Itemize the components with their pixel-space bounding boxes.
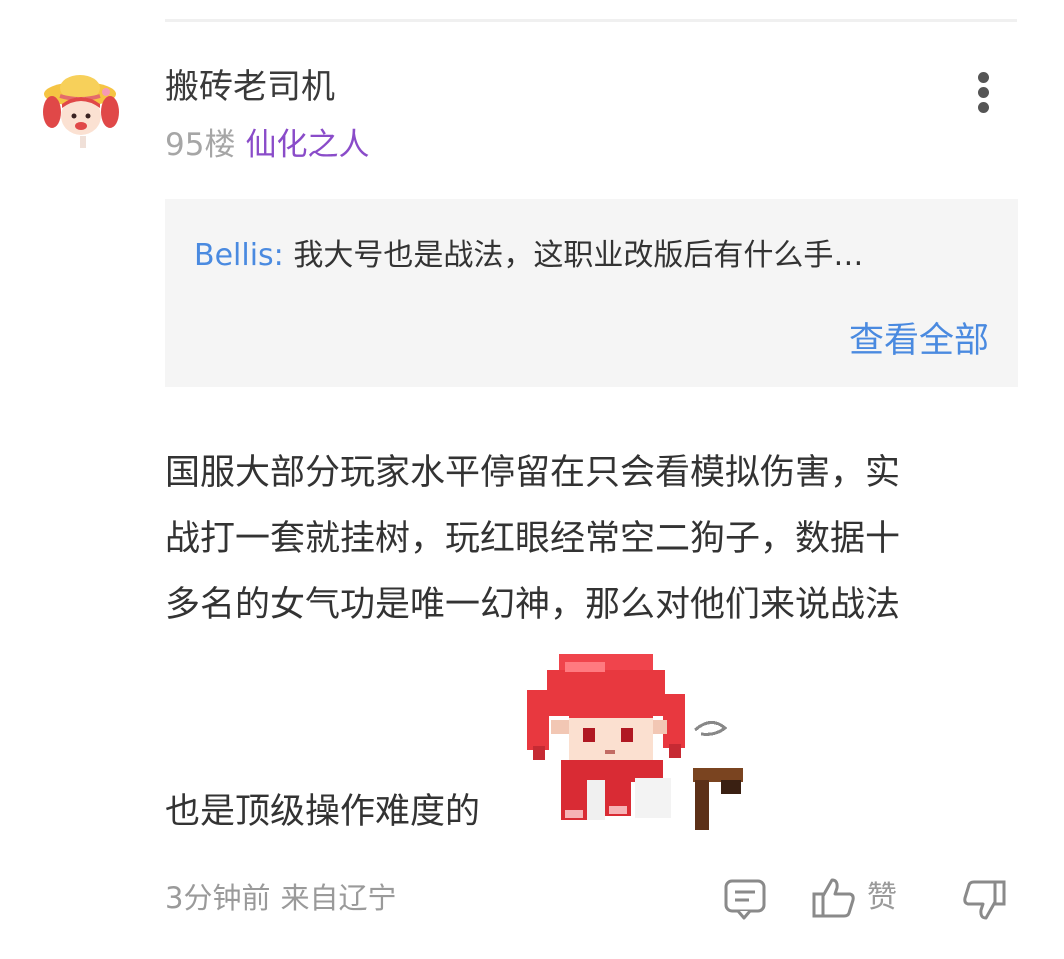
meta-row: 95楼 仙化之人	[165, 124, 369, 166]
reply-icon[interactable]	[722, 876, 768, 922]
user-flair[interactable]: 仙化之人	[245, 127, 369, 163]
quoted-comment[interactable]: Bellis: 我大号也是战法，这职业改版后有什么手… 查看全部	[165, 199, 1018, 387]
more-options-button[interactable]	[966, 68, 1002, 116]
thumbs-down-icon[interactable]	[960, 876, 1008, 924]
avatar-image	[41, 71, 123, 153]
more-dot	[978, 87, 989, 98]
floor-number: 95楼	[165, 127, 236, 163]
post-time: 3分钟前	[165, 881, 271, 915]
username[interactable]: 搬砖老司机	[165, 64, 335, 110]
comment-body-line: 多名的女气功是唯一幻神，那么对他们来说战法	[165, 585, 901, 625]
more-dot	[978, 102, 989, 113]
top-divider	[165, 19, 1017, 22]
comment-body: 国服大部分玩家水平停留在只会看模拟伤害，实 战打一套就挂树，玩红眼经常空二狗子，…	[165, 440, 1025, 638]
more-dot	[978, 72, 989, 83]
sticker-graphic	[527, 654, 743, 830]
post-location: 来自辽宁	[280, 881, 397, 915]
comment-body-line: 也是顶级操作难度的	[165, 792, 481, 832]
view-all-link[interactable]: 查看全部	[849, 317, 989, 365]
comment-body-line: 战打一套就挂树，玩红眼经常空二狗子，数据十	[165, 519, 901, 559]
quote-text: 我大号也是战法，这职业改版后有什么手…	[293, 238, 864, 273]
like-label[interactable]: 赞	[867, 876, 897, 920]
sticker-image	[525, 650, 745, 830]
quote-line: Bellis: 我大号也是战法，这职业改版后有什么手…	[194, 235, 994, 277]
comment-meta: 3分钟前 来自辽宁	[165, 876, 396, 920]
quote-author[interactable]: Bellis:	[194, 238, 284, 273]
thumbs-up-icon[interactable]	[810, 874, 858, 922]
comment-body-line: 国服大部分玩家水平停留在只会看模拟伤害，实	[165, 453, 901, 493]
user-avatar[interactable]	[40, 70, 124, 154]
